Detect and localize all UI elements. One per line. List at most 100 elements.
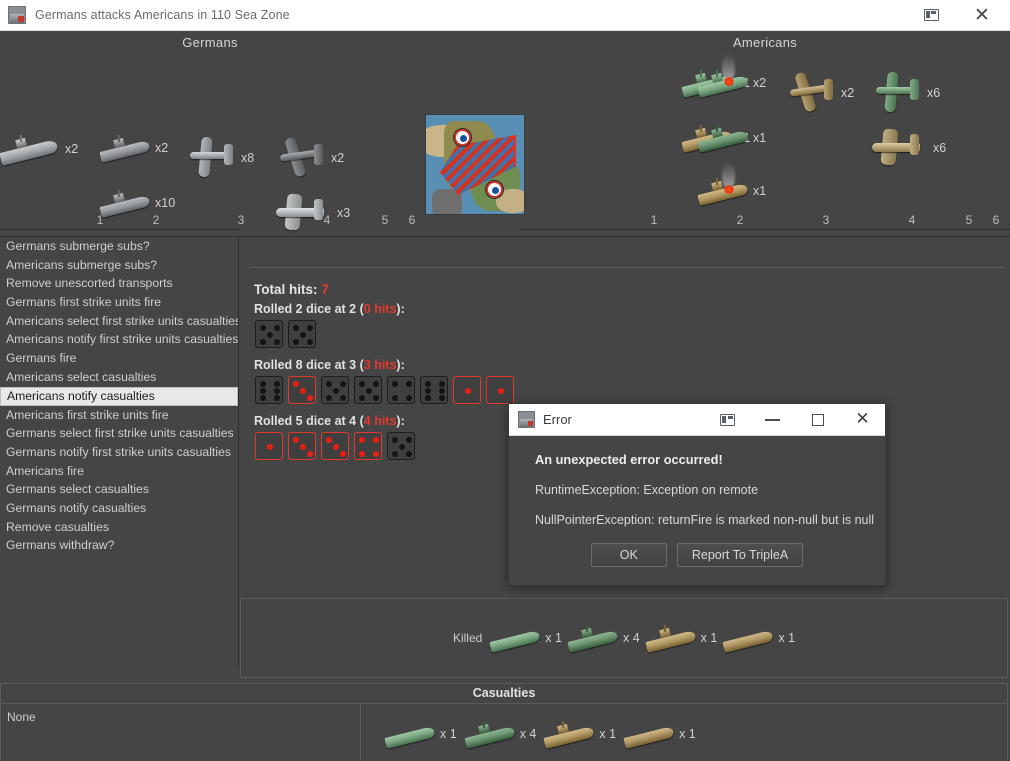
die-pip (392, 395, 398, 401)
battle-step-list[interactable]: Germans submerge subs?Americans submerge… (0, 236, 239, 665)
step-item[interactable]: Americans select first strike units casu… (0, 312, 238, 331)
scale-tick: 6 (993, 213, 1000, 227)
killed-units-panel: Killed x 1x 4x 1x 1 (240, 598, 1008, 678)
unit-count: x1 (753, 184, 766, 198)
ok-button[interactable]: OK (591, 543, 667, 567)
roll-hits: 0 hits (364, 302, 397, 316)
step-item[interactable]: Americans submerge subs? (0, 256, 238, 275)
unit-entry-destroyer-transport[interactable]: x 1 (542, 721, 616, 747)
dialog-restore-button[interactable] (705, 404, 750, 436)
step-item[interactable]: Remove casualties (0, 518, 238, 537)
step-item[interactable]: Germans select casualties (0, 480, 238, 499)
error-dialog-title: Error (543, 412, 572, 427)
die-pip (425, 381, 431, 387)
unit-entry-submarine[interactable]: x 1 (383, 721, 457, 747)
unit-entry-destroyer[interactable]: x1 (696, 125, 766, 151)
fire-icon (724, 185, 734, 194)
unit-icon-destroyer (566, 625, 620, 651)
unit-count: x2 (331, 151, 344, 165)
die-5 (387, 432, 415, 460)
unit-entry-transport[interactable]: x 1 (622, 721, 696, 747)
die-pip (307, 395, 313, 401)
step-item[interactable]: Americans select casualties (0, 368, 238, 387)
step-item[interactable]: Germans select first strike units casual… (0, 424, 238, 443)
dialog-close-button[interactable]: ✕ (840, 404, 885, 436)
casualties-unit-list[interactable]: x 1x 4x 1x 1 (361, 704, 1007, 761)
die-pip (260, 395, 266, 401)
unit-icon-transport (721, 625, 775, 651)
battle-map-thumbnail[interactable] (425, 114, 525, 215)
unit-icon-destroyer (696, 125, 750, 151)
unit-entry-damaged-battleship[interactable]: x2 (696, 70, 766, 96)
die-pip (359, 451, 365, 457)
roll-suffix: ): (396, 302, 404, 316)
step-item[interactable]: Germans notify casualties (0, 499, 238, 518)
die-pip (260, 381, 266, 387)
roll-hits: 3 hits (364, 358, 397, 372)
unit-entry-battleship[interactable]: x2 (0, 135, 78, 163)
window-restore-button[interactable] (908, 0, 954, 31)
die-5 (354, 376, 382, 404)
step-item[interactable]: Americans first strike units fire (0, 406, 238, 425)
die-6 (255, 376, 283, 404)
step-item[interactable]: Germans notify first strike units casual… (0, 443, 238, 462)
die-pip (267, 444, 273, 450)
step-item[interactable]: Germans first strike units fire (0, 293, 238, 312)
window-close-button[interactable]: ✕ (954, 0, 1010, 31)
dialog-minimize-button[interactable] (750, 404, 795, 436)
unit-entry-bomber[interactable]: x6 (868, 125, 946, 171)
unit-entry-tactical-bomber[interactable]: x2 (782, 70, 854, 116)
step-item[interactable]: Germans fire (0, 349, 238, 368)
die-3-hit (288, 432, 316, 460)
die-pip (260, 325, 266, 331)
unit-entry-transport[interactable]: x 1 (721, 625, 795, 651)
unit-count: x6 (927, 86, 940, 100)
scale-tick: 2 (737, 213, 744, 227)
maximize-icon (812, 414, 824, 426)
report-to-triplea-button[interactable]: Report To TripleA (677, 543, 803, 567)
unit-entry-tactical-bomber[interactable]: x2 (272, 135, 344, 181)
die-pip (406, 395, 412, 401)
unit-count: x1 (753, 131, 766, 145)
die-pip (359, 395, 365, 401)
dialog-maximize-button[interactable] (795, 404, 840, 436)
die-pip (260, 339, 266, 345)
die-1-hit (453, 376, 481, 404)
error-line-2: NullPointerException: returnFire is mark… (535, 513, 885, 527)
window-titlebar: Germans attacks Americans in 110 Sea Zon… (0, 0, 1010, 31)
scale-tick: 6 (409, 213, 416, 227)
triplea-app-icon (8, 6, 26, 24)
step-item[interactable]: Remove unescorted transports (0, 274, 238, 293)
step-item[interactable]: Americans notify first strike units casu… (0, 330, 238, 349)
unit-entry-destroyer-transport[interactable]: x 1 (644, 625, 718, 651)
dice-row (255, 320, 316, 348)
die-pip (260, 388, 266, 394)
step-item[interactable]: Americans notify casualties (0, 387, 238, 406)
divider (250, 267, 1005, 268)
unit-entry-cruiser[interactable]: x2 (98, 135, 168, 161)
unit-entry-damaged-carrier[interactable]: x1 (696, 178, 766, 204)
unit-count: x2 (65, 142, 78, 156)
unit-count: x8 (241, 151, 254, 165)
unit-icon-tactical-bomber (782, 70, 838, 116)
triplea-battle-window: Germans attacks Americans in 110 Sea Zon… (0, 0, 1010, 761)
die-pip (274, 339, 280, 345)
unit-count: x2 (155, 141, 168, 155)
die-pip (340, 395, 346, 401)
unit-entry-submarine[interactable]: x 1 (488, 625, 562, 651)
unit-entry-fighter[interactable]: x6 (868, 70, 940, 116)
restore-icon (924, 9, 939, 21)
step-item[interactable]: Americans fire (0, 462, 238, 481)
unit-icon-fighter (868, 70, 924, 116)
step-item[interactable]: Germans withdraw? (0, 536, 238, 555)
unit-entry-destroyer[interactable]: x 4 (463, 721, 537, 747)
unit-count: x 4 (623, 631, 640, 645)
die-pip (274, 381, 280, 387)
unit-count: x2 (753, 76, 766, 90)
die-pip (392, 381, 398, 387)
casualties-body: None x 1x 4x 1x 1 (0, 703, 1008, 761)
unit-entry-fighter[interactable]: x8 (182, 135, 254, 181)
die-pip (333, 444, 339, 450)
step-item[interactable]: Germans submerge subs? (0, 237, 238, 256)
unit-entry-destroyer[interactable]: x 4 (566, 625, 640, 651)
